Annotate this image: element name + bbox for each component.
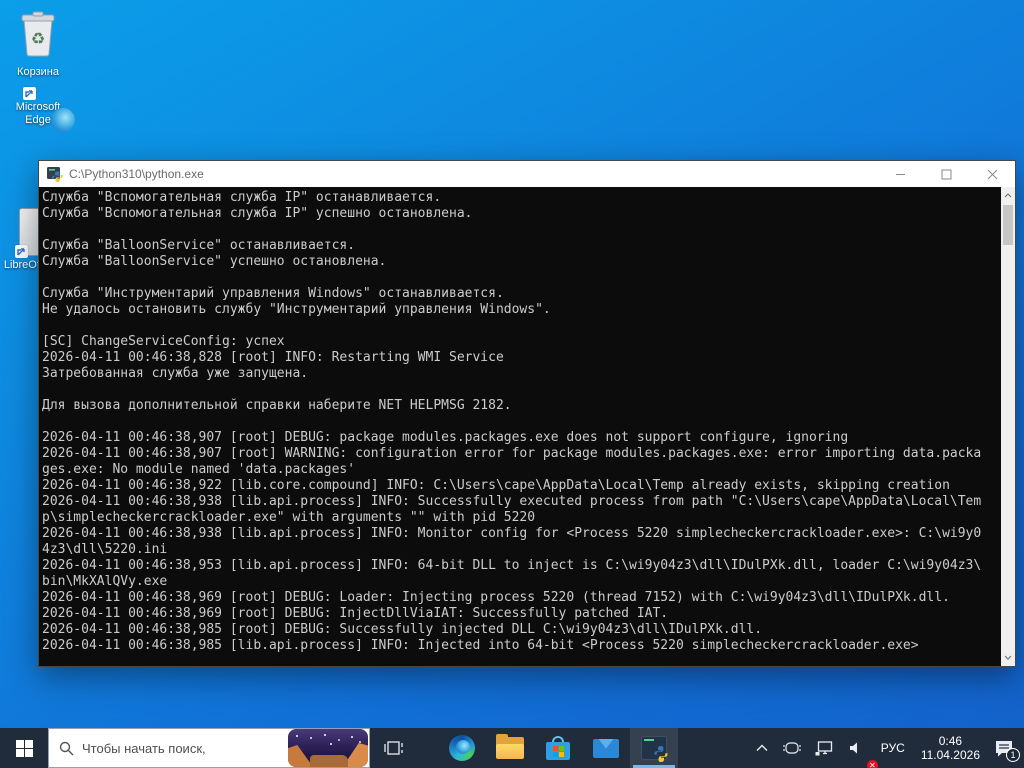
taskbar-app-file-explorer[interactable] <box>486 728 534 768</box>
edge-icon <box>449 735 475 761</box>
taskbar: Чтобы начать поиск, ✕ РУС 0:46 11.04.202… <box>0 728 1024 768</box>
clock[interactable]: 0:46 11.04.2026 <box>913 728 988 768</box>
taskbar-app-mail[interactable] <box>582 728 630 768</box>
speaker-muted-icon <box>849 742 857 754</box>
close-button[interactable] <box>969 161 1015 187</box>
taskbar-app-python-console[interactable] <box>630 728 678 768</box>
system-tray: ✕ РУС 0:46 11.04.2026 1 <box>748 728 1024 768</box>
scrollbar-thumb[interactable] <box>1003 205 1013 245</box>
recycle-bin-icon: ♻ <box>2 10 74 63</box>
console-line: Служба "Вспомогательная служба IP" успеш… <box>42 206 473 221</box>
taskbar-app-store[interactable] <box>534 728 582 768</box>
language-indicator[interactable]: РУС <box>873 728 913 768</box>
desktop-icon-recycle-bin[interactable]: ♻ Корзина <box>2 10 74 79</box>
maximize-button[interactable] <box>923 161 969 187</box>
tray-guest-tools[interactable] <box>776 728 808 768</box>
taskbar-app-edge[interactable] <box>438 728 486 768</box>
console-line: Служба "BalloonService" успешно остановл… <box>42 254 387 269</box>
console-line: 2026-04-11 00:46:38,985 [root] DEBUG: Su… <box>42 622 763 637</box>
shortcut-arrow-icon <box>23 87 36 100</box>
console-output: Служба "Вспомогательная служба IP" остан… <box>42 190 999 666</box>
desktop-icon-microsoft-edge[interactable]: Microsoft Edge <box>2 87 74 127</box>
console-line: Не удалось остановить службу "Инструмент… <box>42 302 551 317</box>
console-line: bin\MkXAlQVy.exe <box>42 574 168 589</box>
python-console-icon <box>47 166 63 182</box>
start-button[interactable] <box>0 728 48 768</box>
device-icon <box>783 742 801 754</box>
action-center-button[interactable]: 1 <box>988 728 1024 768</box>
shortcut-arrow-icon <box>15 245 28 258</box>
console-scrollbar[interactable] <box>1001 187 1015 666</box>
chevron-up-icon <box>756 744 768 751</box>
tray-network[interactable] <box>808 728 840 768</box>
console-line: 2026-04-11 00:46:38,985 [lib.api.process… <box>42 638 919 653</box>
python-console-icon <box>641 736 668 762</box>
notification-badge: 1 <box>1006 748 1020 762</box>
console-line: Затребованная служба уже запущена. <box>42 366 309 381</box>
console-titlebar[interactable]: C:\Python310\python.exe <box>39 161 1015 187</box>
console-line: 2026-04-11 00:46:38,938 [lib.api.process… <box>42 494 982 509</box>
icon-label: Корзина <box>17 66 59 78</box>
console-line: Служба "BalloonService" останавливается. <box>42 238 356 253</box>
tray-volume[interactable]: ✕ <box>840 728 878 768</box>
search-input[interactable]: Чтобы начать поиск, <box>48 728 370 768</box>
search-highlight-image[interactable] <box>288 729 368 767</box>
console-line: p\simplecheckercrackloader.exe" with arg… <box>42 510 536 525</box>
store-icon <box>546 736 570 760</box>
windows-logo-icon <box>15 739 33 757</box>
console-line: 2026-04-11 00:46:38,953 [lib.api.process… <box>42 558 982 573</box>
console-window-title: C:\Python310\python.exe <box>69 167 204 181</box>
search-placeholder: Чтобы начать поиск, <box>82 740 206 756</box>
minimize-button[interactable] <box>877 161 923 187</box>
mail-icon <box>593 738 619 758</box>
scroll-up-icon[interactable] <box>1001 188 1015 203</box>
tray-expand-button[interactable] <box>748 728 776 768</box>
console-line: Служба "Вспомогательная служба IP" остан… <box>42 190 442 205</box>
console-line: 4z3\dll\5220.ini <box>42 542 168 557</box>
console-line: 2026-04-11 00:46:38,922 [lib.core.compou… <box>42 478 950 493</box>
console-window: C:\Python310\python.exe Служба "Вспомога… <box>38 160 1016 667</box>
file-explorer-icon <box>496 734 524 759</box>
console-line: 2026-04-11 00:46:38,969 [root] DEBUG: In… <box>42 606 669 621</box>
task-view-icon <box>384 741 403 755</box>
clock-time: 0:46 <box>938 734 963 748</box>
search-icon <box>59 741 74 756</box>
scroll-down-icon[interactable] <box>1001 650 1015 665</box>
mute-badge-icon: ✕ <box>866 760 878 768</box>
console-line: 2026-04-11 00:46:38,828 [root] INFO: Res… <box>42 350 504 365</box>
console-line: 2026-04-11 00:46:38,907 [root] WARNING: … <box>42 446 982 461</box>
task-view-button[interactable] <box>370 728 418 768</box>
svg-text:♻: ♻ <box>31 31 45 48</box>
console-line: 2026-04-11 00:46:38,969 [root] DEBUG: Lo… <box>42 590 950 605</box>
console-line: [SC] ChangeServiceConfig: успех <box>42 334 285 349</box>
network-icon <box>815 740 832 755</box>
console-line: 2026-04-11 00:46:38,938 [lib.api.process… <box>42 526 982 541</box>
console-line: Служба "Инструментарий управления Window… <box>42 286 504 301</box>
console-line: 2026-04-11 00:46:38,907 [root] DEBUG: pa… <box>42 430 849 445</box>
clock-date: 11.04.2026 <box>920 748 980 762</box>
console-line: ges.exe: No module named 'data.packages' <box>42 462 356 477</box>
console-line: Для вызова дополнительной справки набери… <box>42 398 512 413</box>
